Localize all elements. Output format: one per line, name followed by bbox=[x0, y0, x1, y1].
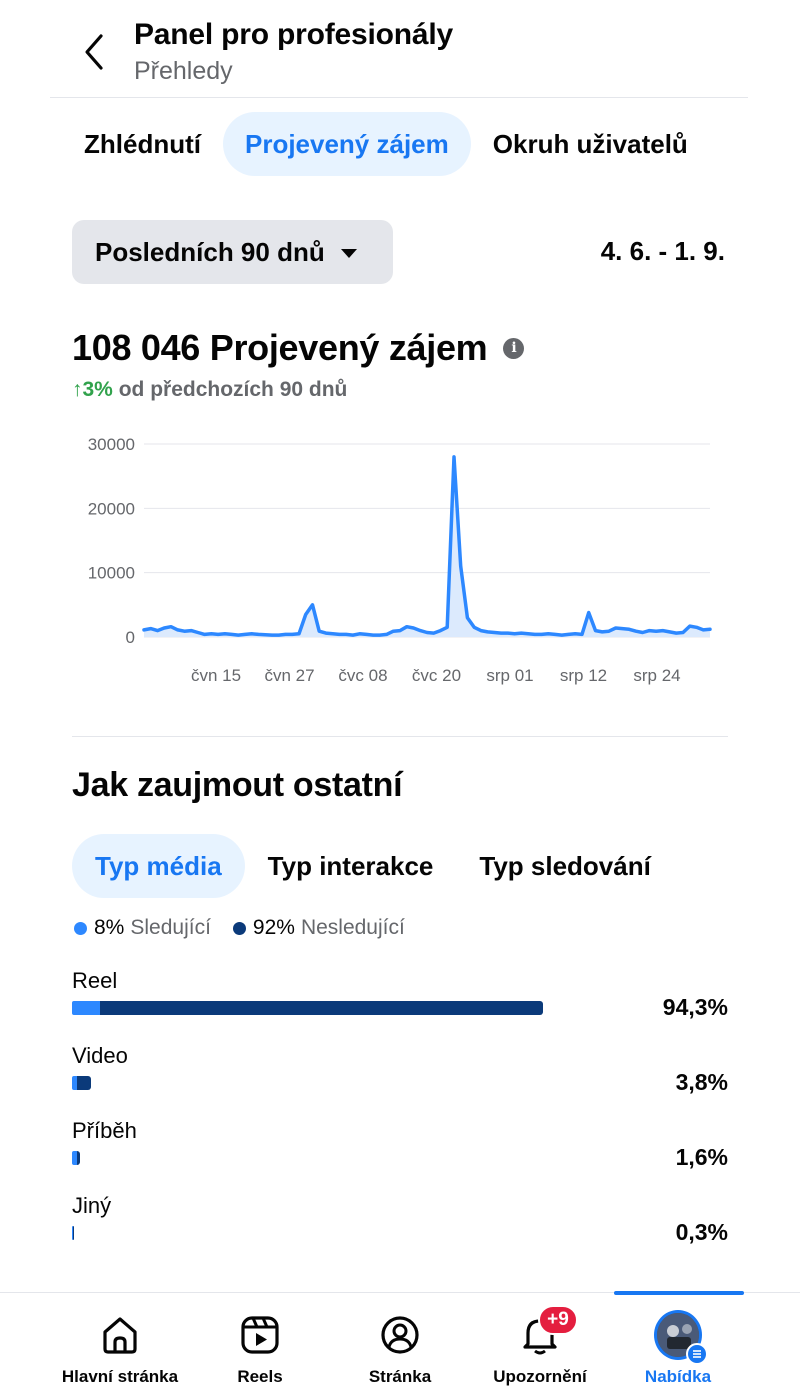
media-row-value: 1,6% bbox=[675, 1144, 728, 1170]
page-title: Panel pro profesionály bbox=[134, 18, 454, 51]
date-range-label: Posledních 90 dnů bbox=[95, 236, 325, 267]
media-row: Jiný 0,3% bbox=[72, 1193, 728, 1263]
info-icon[interactable]: i bbox=[503, 337, 525, 359]
bar-non-followers bbox=[77, 1151, 80, 1165]
media-row-label: Příběh bbox=[72, 1118, 137, 1143]
caret-down-icon bbox=[340, 249, 357, 258]
date-range-dropdown[interactable]: Posledních 90 dnů bbox=[72, 220, 393, 284]
media-row-label: Jiný bbox=[72, 1193, 112, 1218]
header-divider bbox=[50, 97, 748, 98]
nav-label: Stránka bbox=[368, 1367, 432, 1386]
media-row: Příběh 1,6% bbox=[72, 1118, 728, 1188]
legend-dot-non-followers bbox=[232, 921, 246, 935]
bar-non-followers bbox=[77, 1076, 91, 1090]
media-row-bar bbox=[72, 1226, 74, 1240]
media-row-bar bbox=[72, 1001, 543, 1015]
tab-follow-type[interactable]: Typ sledování bbox=[456, 834, 673, 898]
nav-page[interactable]: Stránka bbox=[320, 1293, 480, 1400]
y-tick-label: 10000 bbox=[88, 564, 135, 583]
legend: 8% Sledující 92% Nesledující bbox=[74, 916, 427, 940]
media-row-bar bbox=[72, 1076, 91, 1090]
home-icon bbox=[96, 1311, 144, 1359]
menu-avatar-icon bbox=[654, 1310, 708, 1365]
tab-interaction-type[interactable]: Typ interakce bbox=[245, 834, 457, 898]
page-subtitle: Přehledy bbox=[134, 57, 233, 85]
chevron-left-icon bbox=[85, 34, 103, 70]
x-tick-label: srp 12 bbox=[560, 666, 607, 685]
legend-pct: 8% bbox=[94, 916, 125, 939]
x-tick-label: čvn 27 bbox=[264, 666, 314, 685]
media-row-value: 3,8% bbox=[675, 1069, 728, 1095]
tab-engagement[interactable]: Projevený zájem bbox=[222, 112, 471, 176]
change-text: od předchozích 90 dnů bbox=[118, 378, 348, 401]
metric-value: 108 046 Projevený zájem bbox=[72, 327, 488, 368]
x-tick-label: čvc 20 bbox=[412, 666, 461, 685]
tab-audience[interactable]: Okruh uživatelů bbox=[471, 112, 710, 176]
tab-views[interactable]: Zhlédnutí bbox=[62, 112, 223, 176]
nav-reels[interactable]: Reels bbox=[180, 1293, 340, 1400]
media-row-bar bbox=[72, 1151, 80, 1165]
y-tick-label: 20000 bbox=[88, 499, 135, 518]
y-tick-label: 30000 bbox=[88, 435, 135, 454]
series-area bbox=[144, 456, 710, 637]
media-row: Video 3,8% bbox=[72, 1043, 728, 1113]
menu-lines-icon bbox=[686, 1343, 708, 1365]
media-row: Reel 94,3% bbox=[72, 968, 728, 1038]
breakdown-tabs: Typ média Typ interakce Typ sledování bbox=[72, 834, 674, 898]
date-range-text: 4. 6. - 1. 9. bbox=[600, 236, 725, 266]
x-tick-label: čvc 08 bbox=[338, 666, 387, 685]
y-tick-label: 0 bbox=[126, 628, 135, 647]
nav-notifications[interactable]: +9 Upozornění bbox=[460, 1293, 620, 1400]
media-row-label: Video bbox=[72, 1043, 128, 1068]
engagement-chart: 0 10000 20000 30000 čvn 15 čvn 27 čvc 08 čvc 20… bbox=[88, 435, 712, 685]
legend-label: Sledující bbox=[130, 916, 211, 939]
media-row-label: Reel bbox=[72, 968, 118, 993]
bar-non-followers bbox=[73, 1226, 74, 1240]
tab-media-type[interactable]: Typ média bbox=[72, 834, 245, 898]
header: Panel pro profesionály Přehledy bbox=[0, 0, 800, 98]
series-line bbox=[142, 455, 712, 637]
bottom-nav: Hlavní stránka Reels Stránka +9 Upozorně… bbox=[0, 1291, 800, 1400]
section-divider bbox=[72, 736, 728, 737]
notification-badge: +9 bbox=[538, 1305, 578, 1335]
legend-pct: 92% bbox=[252, 916, 295, 939]
media-row-value: 94,3% bbox=[662, 994, 728, 1020]
legend-dot-followers bbox=[74, 921, 87, 935]
profile-icon bbox=[376, 1311, 424, 1359]
insights-tabs: Zhlédnutí Projevený zájem Okruh uživatel… bbox=[62, 112, 710, 176]
nav-home[interactable]: Hlavní stránka bbox=[40, 1293, 200, 1400]
nav-label: Reels bbox=[237, 1367, 283, 1386]
metric-headline: 108 046 Projevený zájem i bbox=[72, 327, 525, 369]
bell-icon: +9 bbox=[516, 1305, 578, 1359]
metric-change: ↑3% od předchozích 90 dnů bbox=[72, 378, 347, 402]
bar-followers bbox=[72, 1001, 100, 1015]
x-tick-label: srp 24 bbox=[633, 666, 680, 685]
x-tick-label: srp 01 bbox=[486, 666, 533, 685]
legend-followers: 8% Sledující bbox=[74, 916, 211, 940]
bar-non-followers bbox=[100, 1001, 543, 1015]
x-tick-label: čvn 15 bbox=[191, 666, 241, 685]
media-row-value: 0,3% bbox=[675, 1219, 728, 1245]
reels-icon bbox=[236, 1311, 284, 1359]
section-title: Jak zaujmout ostatní bbox=[72, 766, 403, 804]
back-button[interactable] bbox=[72, 28, 116, 76]
legend-non-followers: 92% Nesledující bbox=[232, 916, 405, 940]
nav-label: Hlavní stránka bbox=[61, 1367, 179, 1386]
nav-label: Nabídka bbox=[644, 1367, 712, 1386]
nav-label: Upozornění bbox=[493, 1367, 587, 1386]
nav-menu[interactable]: Nabídka bbox=[598, 1293, 758, 1400]
legend-label: Nesledující bbox=[300, 916, 405, 939]
change-value: ↑3% bbox=[72, 378, 113, 401]
